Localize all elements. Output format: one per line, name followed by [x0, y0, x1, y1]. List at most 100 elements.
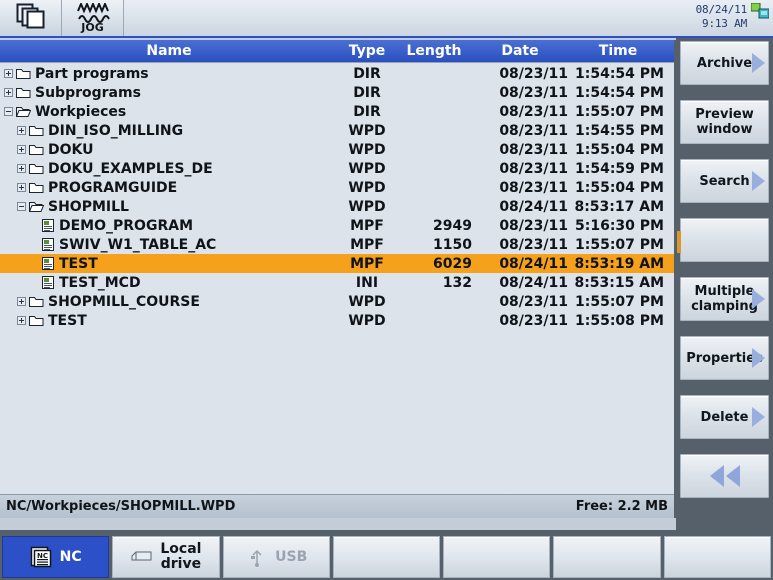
column-header-name[interactable]: Name — [0, 43, 338, 59]
file-name-cell: DOKU — [0, 142, 338, 158]
file-time-cell: 8:53:19 AM — [574, 255, 664, 272]
expand-node-icon[interactable] — [17, 126, 26, 135]
table-row[interactable]: DOKU_EXAMPLES_DE WPD 08/23/11 1:54:59 PM — [0, 159, 674, 178]
drive-icon — [130, 546, 154, 568]
table-row[interactable]: DOKU WPD 08/23/11 1:55:04 PM — [0, 140, 674, 159]
chevron-right-icon — [752, 289, 765, 309]
table-row[interactable]: Subprograms DIR 08/23/11 1:54:54 PM — [0, 83, 674, 102]
expand-node-icon[interactable] — [17, 297, 26, 306]
file-browser-window: Name Type Length Date Time Part programs… — [0, 40, 676, 518]
file-time-cell: 5:16:30 PM — [575, 217, 664, 234]
softkey-empty-3[interactable] — [677, 218, 769, 262]
softkey-properties[interactable]: Properties — [680, 336, 769, 380]
file-date-cell: 08/23/11 — [499, 141, 568, 158]
file-icon — [42, 257, 54, 270]
file-time-cell: 1:55:08 PM — [575, 312, 664, 329]
table-row[interactable]: PROGRAMGUIDE WPD 08/23/11 1:55:04 PM — [0, 178, 674, 197]
free-space-text: Free: 2.2 MB — [575, 499, 668, 514]
file-name-text: Subprograms — [35, 84, 141, 101]
file-name-text: TEST — [48, 312, 87, 329]
softkey-archive[interactable]: Archive — [680, 41, 769, 85]
bottom-tab-empty-6[interactable] — [663, 536, 771, 578]
file-name-text: TEST_MCD — [59, 274, 141, 291]
file-length-cell: 6029 — [433, 255, 472, 272]
time-text: 9:13 AM — [702, 17, 747, 30]
file-name-cell: DIN_ISO_MILLING — [0, 123, 338, 139]
bottom-tab-usb[interactable]: USB — [222, 536, 330, 578]
vertical-softkey-bar: Archive Preview window Search Multiple clampi… — [676, 38, 773, 530]
windows-stack-icon — [16, 3, 46, 33]
column-header-time[interactable]: Time — [568, 43, 668, 59]
bottom-tab-empty-4[interactable] — [443, 536, 551, 578]
file-type-cell: WPD — [348, 141, 386, 158]
file-date-cell: 08/23/11 — [499, 122, 568, 139]
folder-icon — [29, 163, 44, 175]
file-length-cell: 132 — [442, 274, 472, 291]
file-time-cell: 1:54:55 PM — [575, 122, 664, 139]
collapse-node-icon[interactable] — [17, 202, 26, 211]
file-icon — [42, 238, 54, 251]
file-name-cell: TEST — [0, 313, 338, 329]
table-row[interactable]: Workpieces DIR 08/23/11 1:55:07 PM — [0, 102, 674, 121]
file-type-cell: MPF — [350, 255, 384, 272]
table-row[interactable]: DIN_ISO_MILLING WPD 08/23/11 1:54:55 PM — [0, 121, 674, 140]
folder-open-icon — [29, 201, 44, 213]
file-date-cell: 08/23/11 — [499, 65, 568, 82]
column-header-length[interactable]: Length — [396, 43, 472, 59]
file-date-cell: 08/23/11 — [499, 160, 568, 177]
softkey-back[interactable] — [680, 454, 769, 498]
file-name-text: PROGRAMGUIDE — [48, 179, 178, 196]
usb-icon — [245, 546, 269, 568]
softkey-label: Archive — [696, 55, 753, 71]
table-row[interactable]: TEST_MCD INI 132 08/24/11 8:53:15 AM — [0, 273, 674, 292]
file-name-text: TEST — [59, 255, 98, 272]
file-name-cell: Subprograms — [0, 85, 338, 101]
table-row[interactable]: SHOPMILL_COURSE WPD 08/23/11 1:55:07 PM — [0, 292, 674, 311]
file-table-body[interactable]: Part programs DIR 08/23/11 1:54:54 PM Subpro… — [0, 64, 674, 494]
file-name-cell: DOKU_EXAMPLES_DE — [0, 161, 338, 177]
table-row[interactable]: DEMO_PROGRAM MPF 2949 08/23/11 5:16:30 PM — [0, 216, 674, 235]
softkey-multiple-clamping[interactable]: Multiple clamping — [680, 277, 769, 321]
bottom-tab-local-drive[interactable]: Local drive — [112, 536, 220, 578]
expand-node-icon[interactable] — [4, 88, 13, 97]
softkey-preview-window[interactable]: Preview window — [680, 100, 769, 144]
folder-open-icon — [16, 106, 31, 118]
bottom-tab-label: Local drive — [160, 541, 202, 572]
expand-node-icon[interactable] — [17, 164, 26, 173]
expand-node-icon[interactable] — [17, 316, 26, 325]
file-icon — [42, 276, 54, 289]
file-name-cell: Workpieces — [0, 104, 338, 120]
table-row[interactable]: TEST MPF 6029 08/24/11 8:53:19 AM — [0, 254, 674, 273]
column-header-date[interactable]: Date — [472, 43, 568, 59]
file-name-cell: SWIV_W1_TABLE_AC — [0, 237, 338, 253]
operating-mode-jog[interactable]: JOG — [62, 0, 124, 36]
expand-node-icon[interactable] — [17, 183, 26, 192]
datetime-display: 08/24/11 9:13 AM — [696, 3, 748, 31]
folder-icon — [29, 182, 44, 194]
file-name-text: SHOPMILL — [48, 198, 129, 215]
file-name-text: SHOPMILL_COURSE — [48, 293, 200, 310]
table-row[interactable]: Part programs DIR 08/23/11 1:54:54 PM — [0, 64, 674, 83]
current-path-text: NC/Workpieces/SHOPMILL.WPD — [6, 499, 236, 514]
folder-icon — [29, 125, 44, 137]
file-time-cell: 1:55:07 PM — [575, 236, 664, 253]
file-time-cell: 1:55:07 PM — [575, 103, 664, 120]
file-type-cell: WPD — [348, 312, 386, 329]
table-row[interactable]: SWIV_W1_TABLE_AC MPF 1150 08/23/11 1:55:07 P… — [0, 235, 674, 254]
file-date-cell: 08/23/11 — [499, 179, 568, 196]
softkey-search[interactable]: Search — [680, 159, 769, 203]
expand-node-icon[interactable] — [4, 69, 13, 78]
table-row[interactable]: TEST WPD 08/23/11 1:55:08 PM — [0, 311, 674, 330]
column-header-type[interactable]: Type — [338, 43, 396, 59]
bottom-tab-empty-3[interactable] — [332, 536, 441, 578]
chevron-right-icon — [752, 53, 765, 73]
bottom-tab-nc[interactable]: NC NC — [2, 536, 110, 578]
chevron-right-icon — [752, 407, 765, 427]
softkey-delete[interactable]: Delete — [680, 395, 769, 439]
collapse-node-icon[interactable] — [4, 107, 13, 116]
bottom-tab-empty-5[interactable] — [553, 536, 661, 578]
channel-switch-button[interactable] — [0, 0, 62, 36]
table-row[interactable]: SHOPMILL WPD 08/24/11 8:53:17 AM — [0, 197, 674, 216]
expand-node-icon[interactable] — [17, 145, 26, 154]
